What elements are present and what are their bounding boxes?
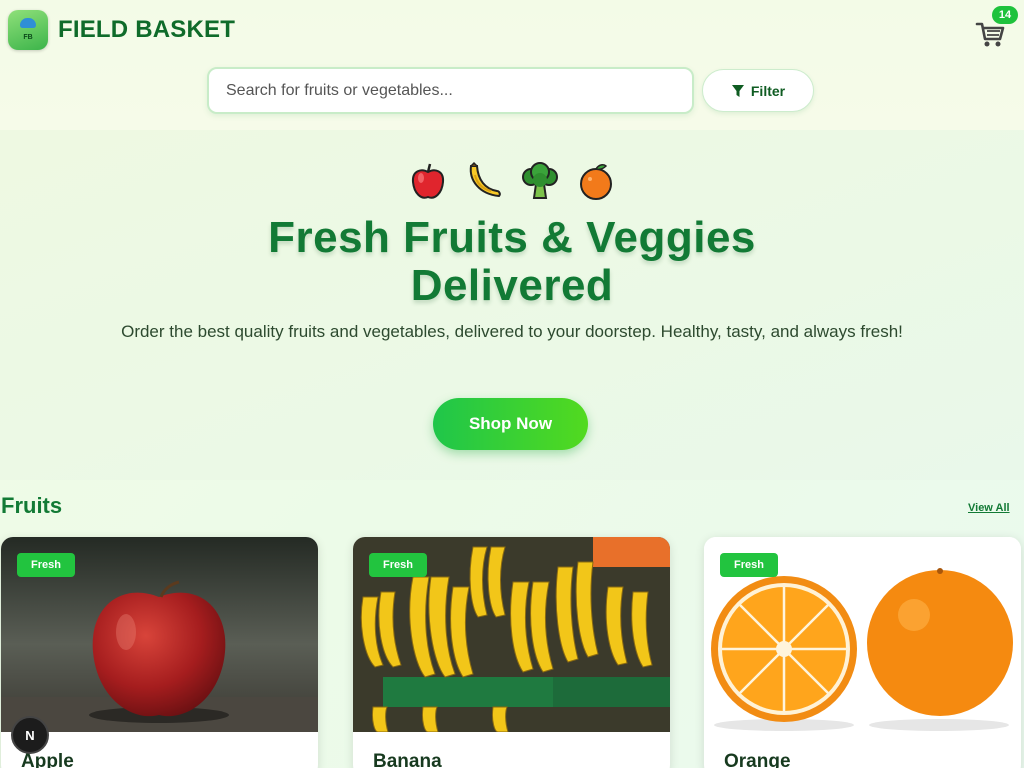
hero-title-line1: Fresh Fruits & Veggies [268, 213, 756, 262]
logo: FB [8, 10, 48, 50]
fresh-badge: Fresh [720, 553, 778, 577]
view-all-link[interactable]: View All [968, 502, 1010, 514]
brand-name: FIELD BASKET [58, 16, 236, 43]
avatar[interactable]: N [11, 716, 49, 754]
apple-icon [411, 163, 445, 199]
brand[interactable]: FB FIELD BASKET [8, 10, 235, 50]
filter-label: Filter [750, 82, 786, 99]
shop-now-button[interactable]: Shop Now [433, 398, 588, 450]
hero-title: Fresh Fruits & Veggies Delivered [0, 214, 1024, 310]
product-card-orange[interactable]: Fresh Orange [704, 537, 1021, 768]
search-input[interactable] [226, 81, 692, 100]
orange-icon [580, 164, 612, 200]
cart-count-badge: 14 [992, 6, 1018, 24]
hero-title-line2: Delivered [410, 261, 614, 310]
section-title: Fruits [1, 493, 63, 518]
filter-icon [731, 84, 744, 97]
hero-banner: Fresh Fruits & Veggies Delivered Order t… [0, 130, 1024, 480]
header: FB FIELD BASKET Filter [0, 0, 1024, 130]
hero-subtitle: Order the best quality fruits and vegeta… [121, 322, 903, 341]
product-name: Banana [373, 751, 442, 768]
fresh-badge: Fresh [17, 553, 75, 577]
fresh-badge: Fresh [369, 553, 427, 577]
search-field[interactable] [207, 67, 694, 114]
broccoli-icon [522, 162, 558, 199]
product-card-banana[interactable]: Fresh Banana [353, 537, 670, 768]
filter-button[interactable]: Filter [702, 69, 814, 112]
banana-icon [469, 161, 501, 198]
hero-emoji-row [0, 160, 1024, 202]
product-name: Orange [724, 751, 791, 768]
